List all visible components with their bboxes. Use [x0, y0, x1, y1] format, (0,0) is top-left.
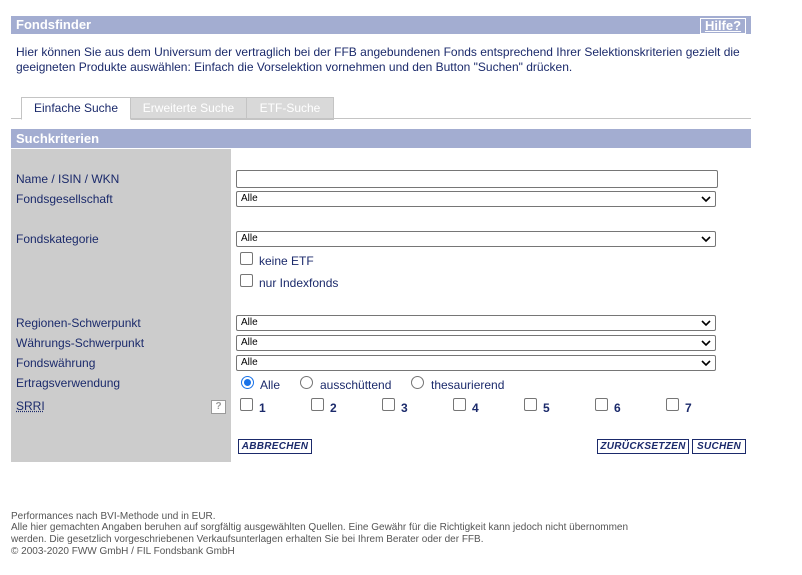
chevron-down-icon	[701, 360, 711, 367]
fondswaehrung-select[interactable]: Alle	[236, 355, 716, 371]
fondsgesellschaft-value: Alle	[241, 193, 258, 204]
footer-disclaimer-line1: Alle hier gemachten Angaben beruhen auf …	[11, 522, 629, 533]
footer-disclaimer-line2: werden. Die gesetzlich vorgeschriebenen …	[11, 534, 484, 545]
regionen-value: Alle	[241, 317, 258, 328]
chevron-down-icon	[701, 236, 711, 243]
srri-4-checkbox[interactable]	[453, 398, 466, 411]
srri-1-label: 1	[259, 401, 266, 415]
chevron-down-icon	[701, 320, 711, 327]
tab-erweiterte-suche[interactable]: Erweiterte Suche	[130, 97, 247, 120]
keine-etf-checkbox[interactable]	[240, 252, 253, 265]
zuruecksetzen-button[interactable]: ZURÜCKSETZEN	[597, 439, 689, 454]
fondsgesellschaft-select[interactable]: Alle	[236, 191, 716, 207]
srri-4-label: 4	[472, 401, 479, 415]
srri-label: SRRI	[16, 399, 45, 413]
srri-5-label: 5	[543, 401, 550, 415]
chevron-down-icon	[701, 340, 711, 347]
suchen-button[interactable]: SUCHEN	[692, 439, 746, 454]
footer-copyright: © 2003-2020 FWW GmbH / FIL Fondsbank Gmb…	[11, 546, 235, 557]
srri-6-checkbox[interactable]	[595, 398, 608, 411]
fondskategorie-select[interactable]: Alle	[236, 231, 716, 247]
ertrag-alle-radio[interactable]	[241, 376, 254, 389]
ertrag-thesaurierend-radio[interactable]	[411, 376, 424, 389]
ertrag-ausschuettend-label: ausschüttend	[320, 378, 392, 392]
fondskategorie-label: Fondskategorie	[16, 232, 99, 246]
waehrungs-select[interactable]: Alle	[236, 335, 716, 351]
waehrungs-value: Alle	[241, 337, 258, 348]
name-isin-wkn-input[interactable]	[236, 170, 718, 188]
intro-line-2: geeigneten Produkte auswählen: Einfach d…	[16, 60, 573, 74]
fondswaehrung-label: Fondswährung	[16, 356, 96, 370]
intro-text: Hier können Sie aus dem Universum der ve…	[16, 45, 756, 75]
keine-etf-label: keine ETF	[259, 254, 314, 268]
intro-line-1: Hier können Sie aus dem Universum der ve…	[16, 45, 740, 59]
srri-3-label: 3	[401, 401, 408, 415]
section-bar	[11, 129, 751, 148]
abbrechen-button[interactable]: ABBRECHEN	[238, 439, 312, 454]
chevron-down-icon	[701, 196, 711, 203]
nur-indexfonds-label: nur Indexfonds	[259, 276, 339, 290]
ertrag-ausschuettend-radio[interactable]	[300, 376, 313, 389]
srri-7-checkbox[interactable]	[666, 398, 679, 411]
page-title: Fondsfinder	[16, 17, 92, 32]
srri-6-label: 6	[614, 401, 621, 415]
nur-indexfonds-checkbox[interactable]	[240, 274, 253, 287]
ertrag-thesaurierend-label: thesaurierend	[431, 378, 505, 392]
srri-1-checkbox[interactable]	[240, 398, 253, 411]
srri-7-label: 7	[685, 401, 692, 415]
tab-etf-suche[interactable]: ETF-Suche	[246, 97, 334, 120]
title-bar	[11, 16, 751, 34]
srri-5-checkbox[interactable]	[524, 398, 537, 411]
help-icon[interactable]: ?	[211, 400, 226, 414]
tab-einfache-suche[interactable]: Einfache Suche	[21, 97, 131, 120]
fondswaehrung-value: Alle	[241, 357, 258, 368]
name-label: Name / ISIN / WKN	[16, 172, 120, 186]
regionen-label: Regionen-Schwerpunkt	[16, 316, 141, 330]
srri-3-checkbox[interactable]	[382, 398, 395, 411]
waehrungs-label: Währungs-Schwerpunkt	[16, 336, 145, 350]
fondskategorie-value: Alle	[241, 233, 258, 244]
fondsgesellschaft-label: Fondsgesellschaft	[16, 192, 113, 206]
ertragsverwendung-label: Ertragsverwendung	[16, 376, 121, 390]
help-link[interactable]: Hilfe?	[700, 18, 746, 34]
regionen-select[interactable]: Alle	[236, 315, 716, 331]
srri-2-checkbox[interactable]	[311, 398, 324, 411]
section-title: Suchkriterien	[16, 131, 100, 146]
ertrag-alle-label: Alle	[260, 378, 281, 392]
srri-2-label: 2	[330, 401, 337, 415]
